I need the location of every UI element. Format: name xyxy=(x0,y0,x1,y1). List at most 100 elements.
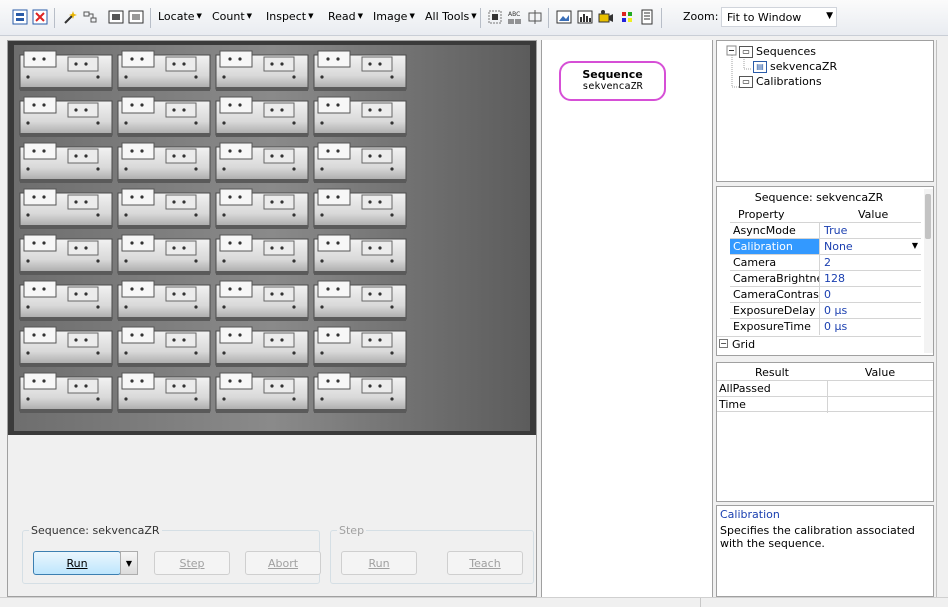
zoom-label: Zoom: xyxy=(683,10,719,23)
camera-image[interactable] xyxy=(8,41,536,435)
menu-read[interactable]: Read ▼ xyxy=(328,10,363,23)
part-cell xyxy=(215,96,309,137)
side-toolstrip xyxy=(936,40,948,597)
collapse-icon[interactable]: − xyxy=(719,339,728,348)
part-cell xyxy=(19,280,113,321)
step-sequence-button[interactable]: Step xyxy=(154,551,230,575)
new-sequence-icon[interactable] xyxy=(12,9,28,25)
tool-frame-icon[interactable] xyxy=(108,9,124,25)
value-column-header: Value xyxy=(858,208,889,221)
result-row[interactable]: Time xyxy=(717,396,933,413)
tree-node-sequences[interactable]: ▭ Sequences xyxy=(739,45,816,58)
chevron-down-icon: ▼ xyxy=(125,558,133,568)
property-row[interactable]: CameraBrightness 128 xyxy=(730,270,921,287)
part-cell xyxy=(117,372,211,413)
part-cell xyxy=(313,234,407,275)
teach-step-button[interactable]: Teach xyxy=(447,551,523,575)
property-row[interactable]: Camera 2 xyxy=(730,254,921,271)
step-group: Step Run Teach xyxy=(330,524,534,584)
part-cell xyxy=(215,372,309,413)
part-cell xyxy=(19,372,113,413)
sequence-tree: ▭ Sequences ▤ sekvencaZR ▭ Calibrations xyxy=(716,40,934,182)
sequence-node[interactable]: Sequence sekvencaZR xyxy=(559,61,666,101)
part-cell xyxy=(313,96,407,137)
part-cell xyxy=(313,280,407,321)
sequence-group: Sequence: sekvencaZR Run ▼ Step Abort xyxy=(22,524,321,584)
sequence-node-name: sekvencaZR xyxy=(582,81,643,92)
status-bar xyxy=(0,597,948,607)
property-category-grid[interactable]: − Grid xyxy=(717,336,921,352)
barcode-tool-icon[interactable]: ABC xyxy=(507,9,523,25)
part-cell xyxy=(117,326,211,367)
part-cell xyxy=(215,50,309,91)
tool-layout-icon[interactable] xyxy=(82,9,98,25)
part-cell xyxy=(215,188,309,229)
status-divider xyxy=(700,598,701,607)
property-row[interactable]: ExposureDelay 0 µs xyxy=(730,302,921,319)
part-cell xyxy=(313,50,407,91)
part-cell xyxy=(117,50,211,91)
folder-icon: ▭ xyxy=(739,75,753,88)
abort-sequence-button[interactable]: Abort xyxy=(245,551,321,575)
scrollbar-thumb[interactable] xyxy=(925,194,931,239)
part-cell xyxy=(313,142,407,183)
product-grid-image xyxy=(8,41,536,435)
chevron-down-icon: ▼ xyxy=(826,11,833,21)
menu-count[interactable]: Count ▼ xyxy=(212,10,252,23)
property-help: Calibration Specifies the calibration as… xyxy=(716,505,934,597)
property-column-header: Property xyxy=(738,208,785,221)
histogram-icon[interactable] xyxy=(577,9,593,25)
delete-sequence-icon[interactable] xyxy=(32,9,48,25)
toolbar-separator xyxy=(54,8,55,28)
result-row[interactable]: AllPassed xyxy=(717,380,933,397)
part-cell xyxy=(215,326,309,367)
zoom-select[interactable]: Fit to Window ▼ xyxy=(721,7,837,27)
menu-image[interactable]: Image ▼ xyxy=(373,10,415,23)
menu-locate[interactable]: Locate ▼ xyxy=(158,10,202,23)
image-panel: Sequence: sekvencaZR Run ▼ Step Abort St… xyxy=(7,40,537,597)
menu-inspect[interactable]: Inspect ▼ xyxy=(266,10,313,23)
tool-wand-icon[interactable] xyxy=(62,9,78,25)
grid-tool-icon[interactable] xyxy=(487,9,503,25)
part-cell xyxy=(313,372,407,413)
toolbar-separator xyxy=(150,8,151,28)
property-row[interactable]: CameraContrast 0 xyxy=(730,286,921,303)
result-column-header: Result xyxy=(755,366,789,379)
tree-node-sekvencazr[interactable]: ▤ sekvencaZR xyxy=(753,60,837,73)
part-cell xyxy=(117,188,211,229)
part-cell xyxy=(117,96,211,137)
measure-tool-icon[interactable] xyxy=(527,9,543,25)
run-step-button[interactable]: Run xyxy=(341,551,417,575)
property-row-selected[interactable]: Calibration None ▼ xyxy=(730,238,921,255)
value-column-header: Value xyxy=(864,366,896,379)
tree-node-calibrations[interactable]: ▭ Calibrations xyxy=(739,75,822,88)
run-dropdown-button[interactable]: ▼ xyxy=(120,551,138,575)
toolbar: Locate ▼ Count ▼ Inspect ▼ Read ▼ Image ▼ All… xyxy=(0,0,948,36)
part-cell xyxy=(117,234,211,275)
help-title: Calibration xyxy=(720,508,780,521)
property-grid-scrollbar[interactable] xyxy=(924,189,933,353)
image-view-icon[interactable] xyxy=(556,9,572,25)
camera-icon[interactable] xyxy=(598,9,614,25)
part-cell xyxy=(215,280,309,321)
part-cell xyxy=(19,188,113,229)
part-cell xyxy=(117,280,211,321)
part-cell xyxy=(313,188,407,229)
chevron-down-icon[interactable]: ▼ xyxy=(912,241,918,250)
svg-text:ABC: ABC xyxy=(508,11,520,18)
results-table: Result Value AllPassed Time xyxy=(716,362,934,502)
run-sequence-button[interactable]: Run xyxy=(33,551,121,575)
part-cell xyxy=(215,142,309,183)
list-tool-icon[interactable] xyxy=(639,9,655,25)
property-row[interactable]: AsyncMode True xyxy=(730,222,921,239)
help-text: Specifies the calibration associated wit… xyxy=(720,524,915,550)
property-grid-header: Property Value xyxy=(730,206,921,221)
part-cell xyxy=(19,142,113,183)
property-row[interactable]: ExposureTime 0 µs xyxy=(730,318,921,335)
part-cell xyxy=(19,234,113,275)
tool-frame-alt-icon[interactable] xyxy=(128,9,144,25)
color-tool-icon[interactable] xyxy=(619,9,635,25)
part-cell xyxy=(19,96,113,137)
part-cell xyxy=(19,326,113,367)
menu-all-tools[interactable]: All Tools ▼ xyxy=(425,10,477,23)
